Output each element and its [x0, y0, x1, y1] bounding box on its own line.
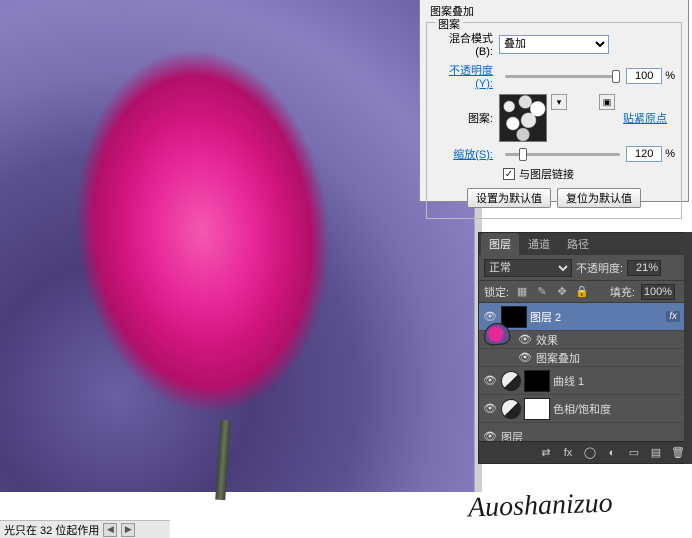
document-canvas[interactable] [0, 0, 474, 492]
adjustment-icon [501, 371, 521, 391]
lock-transparency-icon[interactable]: ▦ [515, 285, 529, 299]
layer-effects-header[interactable]: 👁 效果 [479, 331, 691, 349]
lotus-flower-image [0, 0, 428, 509]
layer-row-layer2[interactable]: 👁 图层 2 fx ▾ [479, 303, 691, 331]
lock-pixels-icon[interactable]: ✎ [535, 285, 549, 299]
create-new-preset-icon[interactable]: ▣ [599, 94, 615, 110]
layers-panel: 图层 通道 路径 正常 不透明度: ▾ 锁定: ▦ ✎ ✥ 🔒 填充: ▾ 👁 … [478, 232, 692, 464]
panel-dock-edge[interactable] [684, 232, 692, 464]
panel-tabs: 图层 通道 路径 [479, 233, 691, 255]
reset-default-button[interactable]: 复位为默认值 [557, 188, 641, 208]
layer-mask-thumbnail[interactable] [524, 370, 550, 392]
snap-origin-button[interactable]: 贴紧原点 [623, 94, 667, 126]
layer-mask-thumbnail[interactable] [501, 306, 527, 328]
pattern-scale-label[interactable]: 缩放(S): [433, 146, 499, 162]
adjustment-layer-icon[interactable]: ◐ [604, 445, 620, 461]
layer-row-hue-sat[interactable]: 👁 色相/饱和度 [479, 395, 691, 423]
pattern-swatch-picker[interactable] [499, 94, 547, 142]
group-icon[interactable]: ▭ [626, 445, 642, 461]
effects-label: 效果 [536, 332, 688, 348]
layer-row-base[interactable]: 👁 图层 [479, 423, 691, 441]
fx-badge[interactable]: fx [666, 311, 680, 322]
slider-thumb[interactable] [612, 70, 620, 83]
visibility-toggle-icon[interactable]: 👁 [482, 429, 498, 442]
link-with-layer-checkbox[interactable]: ✓ [503, 168, 515, 180]
lock-all-icon[interactable]: 🔒 [575, 285, 589, 299]
scroll-right-icon[interactable]: ▶ [121, 523, 135, 537]
fill-label: 填充: [610, 284, 635, 300]
layer-effect-pattern-overlay[interactable]: 👁 图案叠加 [479, 349, 691, 367]
tab-paths[interactable]: 路径 [559, 233, 597, 255]
layer-mask-icon[interactable]: ◯ [582, 445, 598, 461]
layer-blend-select[interactable]: 正常 [484, 259, 572, 277]
adjustment-icon [501, 399, 521, 419]
visibility-toggle-icon[interactable]: 👁 [517, 350, 533, 366]
effect-name: 图案叠加 [536, 350, 688, 366]
layer-name[interactable]: 图层 2 [530, 309, 663, 325]
pattern-group-title: 图案 [435, 16, 463, 32]
layer-opacity-input[interactable] [627, 260, 661, 276]
blend-mode-select[interactable]: 叠加 [499, 35, 609, 54]
layer-row-curves1[interactable]: 👁 曲线 1 [479, 367, 691, 395]
visibility-toggle-icon[interactable]: 👁 [517, 332, 533, 348]
layer-mask-thumbnail[interactable] [524, 398, 550, 420]
pattern-overlay-dialog: 图案叠加 图案 混合模式(B): 叠加 不透明度(Y): % 图案: ▾ ▣ 贴… [419, 0, 689, 202]
lock-label: 锁定: [484, 284, 509, 300]
pattern-opacity-input[interactable] [626, 68, 662, 84]
pattern-scale-input[interactable] [626, 146, 662, 162]
tab-layers[interactable]: 图层 [481, 233, 519, 255]
lock-position-icon[interactable]: ✥ [555, 285, 569, 299]
status-bar: 光只在 32 位起作用 ◀ ▶ [0, 520, 170, 538]
tab-channels[interactable]: 通道 [520, 233, 558, 255]
visibility-toggle-icon[interactable]: 👁 [482, 373, 498, 389]
slider-thumb[interactable] [519, 148, 527, 161]
status-text: 光只在 32 位起作用 [4, 522, 99, 538]
layer-style-icon[interactable]: fx [560, 445, 576, 461]
fill-input[interactable] [641, 284, 675, 300]
pattern-opacity-slider[interactable] [505, 75, 620, 78]
layer-opacity-label: 不透明度: [576, 260, 623, 276]
percent-sign: % [665, 148, 675, 160]
scroll-left-icon[interactable]: ◀ [103, 523, 117, 537]
blend-mode-label: 混合模式(B): [433, 30, 499, 58]
layers-panel-footer: ⇄ fx ◯ ◐ ▭ ▤ 🗑 [479, 441, 691, 463]
opacity-dropdown-icon[interactable]: ▾ [665, 262, 670, 273]
layer-name[interactable]: 图层 [501, 429, 688, 442]
pattern-group: 图案 混合模式(B): 叠加 不透明度(Y): % 图案: ▾ ▣ 贴紧原点 缩… [426, 22, 682, 219]
link-with-layer-label: 与图层链接 [519, 166, 574, 182]
pattern-dropdown-icon[interactable]: ▾ [551, 94, 567, 110]
link-layers-icon[interactable]: ⇄ [538, 445, 554, 461]
layers-list: 👁 图层 2 fx ▾ 👁 效果 👁 图案叠加 👁 曲线 1 👁 色相/饱和度 [479, 303, 691, 441]
new-layer-icon[interactable]: ▤ [648, 445, 664, 461]
pattern-scale-slider[interactable] [505, 153, 620, 156]
lock-row: 锁定: ▦ ✎ ✥ 🔒 填充: ▾ [479, 281, 691, 303]
layer-name[interactable]: 曲线 1 [553, 373, 688, 389]
make-default-button[interactable]: 设置为默认值 [467, 188, 551, 208]
watermark-signature: Auoshanizuo [467, 487, 613, 524]
layer-options-row: 正常 不透明度: ▾ [479, 255, 691, 281]
layer-name[interactable]: 色相/饱和度 [553, 401, 688, 417]
pattern-opacity-label[interactable]: 不透明度(Y): [433, 62, 499, 90]
visibility-toggle-icon[interactable]: 👁 [482, 401, 498, 417]
percent-sign: % [665, 70, 675, 82]
pattern-swatch-label: 图案: [433, 94, 499, 126]
